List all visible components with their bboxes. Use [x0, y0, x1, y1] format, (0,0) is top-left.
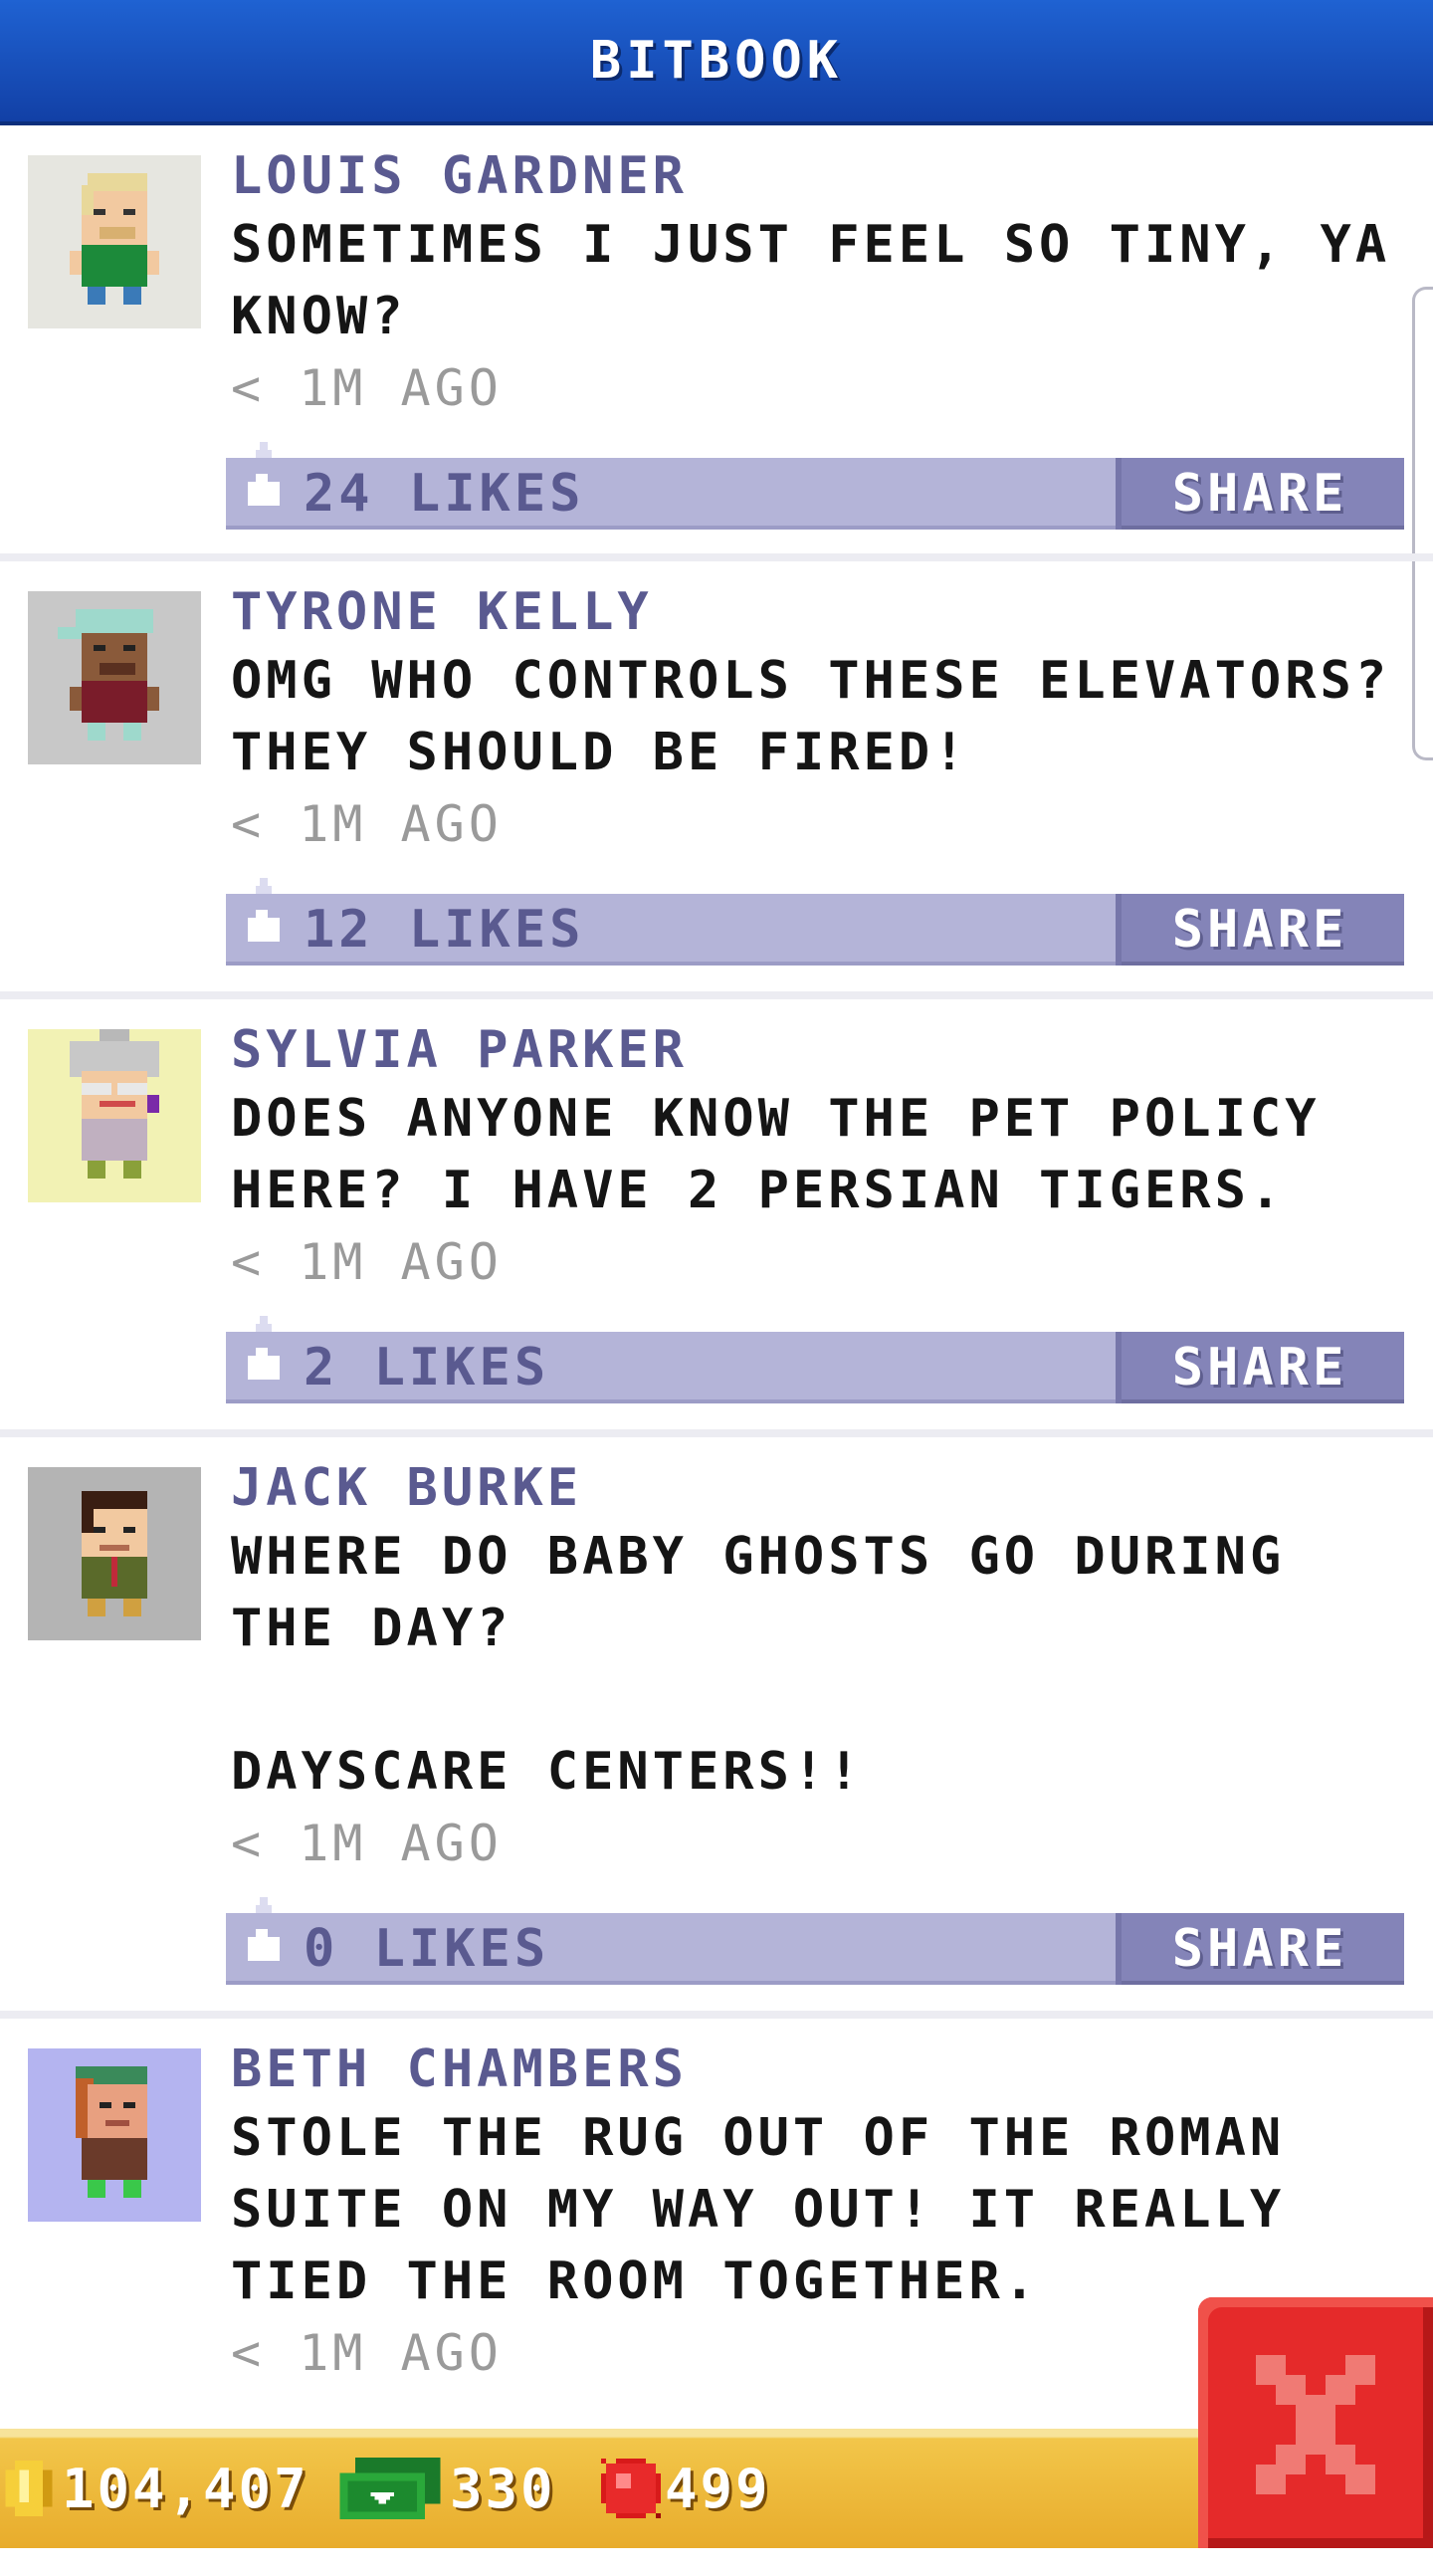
post-author[interactable]: SYLVIA PARKER	[231, 1017, 1405, 1083]
share-button[interactable]: SHARE	[1116, 1332, 1404, 1403]
share-button[interactable]: SHARE	[1116, 894, 1404, 966]
post-action-bar: 0 LIKES SHARE	[226, 1897, 1404, 1985]
bux-stat: 330	[338, 2429, 556, 2548]
post-action-bar: 24 LIKES SHARE	[226, 442, 1404, 530]
likes-count[interactable]: 2 LIKES	[304, 1332, 549, 1403]
avatar[interactable]	[28, 2048, 201, 2222]
post-message: WHERE DO BABY GHOSTS GO DURING THE DAY? …	[231, 1527, 1286, 1802]
post-message: SOMETIMES I JUST FEEL SO TINY, YA KNOW?	[231, 215, 1391, 346]
share-button[interactable]: SHARE	[1116, 458, 1404, 530]
post-message: STOLE THE RUG OUT OF THE ROMAN SUITE ON …	[231, 2108, 1286, 2311]
close-x-icon	[1256, 2355, 1375, 2494]
post-time: < 1M AGO	[231, 1233, 503, 1291]
post-item: JACK BURKE WHERE DO BABY GHOSTS GO DURIN…	[0, 1437, 1433, 2019]
coins-value: 104,407	[62, 2457, 309, 2520]
bux-bill-icon	[339, 2458, 441, 2519]
gems-stat: 499	[601, 2429, 771, 2548]
post-author[interactable]: JACK BURKE	[231, 1455, 1405, 1521]
like-thumb-icon[interactable]	[240, 1316, 288, 1395]
post-item: LOUIS GARDNER SOMETIMES I JUST FEEL SO T…	[0, 125, 1433, 561]
post-feed: LOUIS GARDNER SOMETIMES I JUST FEEL SO T…	[0, 125, 1433, 2576]
post-message: OMG WHO CONTROLS THESE ELEVATORS? THEY S…	[231, 651, 1391, 782]
like-thumb-icon[interactable]	[240, 878, 288, 958]
post-action-bar: 12 LIKES SHARE	[226, 878, 1404, 966]
post-time: < 1M AGO	[231, 1815, 503, 1872]
post-message: DOES ANYONE KNOW THE PET POLICY HERE? I …	[231, 1089, 1321, 1220]
post-item: SYLVIA PARKER DOES ANYONE KNOW THE PET P…	[0, 999, 1433, 1437]
coins-stat: 104,407	[4, 2429, 309, 2548]
app-header: BITBOOK	[0, 0, 1433, 125]
bux-value: 330	[450, 2457, 556, 2520]
app-title: BITBOOK	[589, 31, 844, 91]
post-action-bar: 2 LIKES SHARE	[226, 1316, 1404, 1403]
like-thumb-icon[interactable]	[240, 442, 288, 522]
share-button[interactable]: SHARE	[1116, 1913, 1404, 1985]
avatar[interactable]	[28, 591, 201, 764]
gem-icon	[601, 2459, 661, 2518]
post-author[interactable]: LOUIS GARDNER	[231, 143, 1405, 209]
post-author[interactable]: TYRONE KELLY	[231, 579, 1405, 645]
post-time: < 1M AGO	[231, 795, 503, 853]
likes-count[interactable]: 0 LIKES	[304, 1913, 549, 1985]
post-author[interactable]: BETH CHAMBERS	[231, 2037, 1405, 2102]
post-item: TYRONE KELLY OMG WHO CONTROLS THESE ELEV…	[0, 561, 1433, 999]
avatar[interactable]	[28, 1467, 201, 1640]
like-thumb-icon[interactable]	[240, 1897, 288, 1977]
likes-count[interactable]: 12 LIKES	[304, 894, 584, 966]
likes-count[interactable]: 24 LIKES	[304, 458, 584, 530]
coin-icon	[5, 2461, 53, 2516]
close-button[interactable]	[1198, 2297, 1433, 2548]
avatar[interactable]	[28, 155, 201, 328]
gems-value: 499	[665, 2457, 771, 2520]
avatar[interactable]	[28, 1029, 201, 1202]
post-time: < 1M AGO	[231, 359, 503, 417]
